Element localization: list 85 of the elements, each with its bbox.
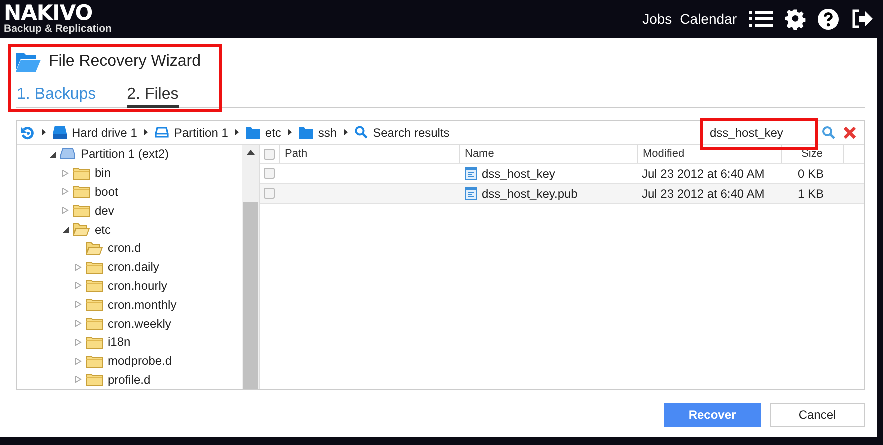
tree-item[interactable]: boot	[95, 184, 118, 199]
file-icon	[465, 187, 477, 200]
logo-text: NAKIVO	[4, 3, 93, 24]
collapsed-arrow-icon[interactable]	[62, 207, 69, 214]
list-icon[interactable]	[749, 9, 773, 29]
folder-icon	[86, 279, 103, 292]
folder-icon	[86, 336, 103, 349]
tree-item[interactable]: cron.hourly	[108, 278, 168, 293]
table-cell: 0 KB	[798, 166, 824, 180]
breadcrumb-item[interactable]: Hard drive 1	[53, 126, 138, 140]
open-folder-icon	[73, 223, 90, 236]
breadcrumb-item[interactable]: etc	[246, 126, 282, 140]
table-cell: Jul 23 2012 at 6:40 AM	[642, 186, 765, 200]
column-header[interactable]: Path	[279, 145, 459, 163]
chevron-icon	[344, 129, 348, 136]
collapsed-arrow-icon[interactable]	[75, 338, 82, 346]
wizard-title: File Recovery Wizard	[49, 53, 202, 71]
search-icon	[355, 126, 368, 139]
checkbox[interactable]	[264, 168, 275, 179]
table-cell: Jul 23 2012 at 6:40 AM	[642, 166, 765, 180]
drive-icon	[60, 148, 76, 160]
folder-icon	[73, 166, 90, 180]
checkbox[interactable]	[264, 148, 275, 160]
tree-item[interactable]: dev	[95, 204, 114, 218]
table-cell: 1 KB	[798, 186, 824, 200]
folder-icon	[73, 185, 90, 198]
folder-icon	[86, 317, 103, 330]
drive-icon	[53, 126, 67, 139]
refresh-icon[interactable]	[21, 126, 35, 140]
folder-icon	[16, 51, 41, 73]
scrollbar-thumb[interactable]	[243, 202, 258, 389]
expanded-arrow-icon[interactable]	[49, 150, 56, 158]
tree-item[interactable]: Partition 1 (ext2)	[81, 147, 170, 162]
chevron-icon	[235, 129, 240, 136]
folder-icon	[86, 354, 103, 368]
collapsed-arrow-icon[interactable]	[75, 358, 82, 365]
tree-item[interactable]: cron.daily	[108, 260, 160, 274]
folder-icon	[246, 126, 260, 138]
breadcrumb-item[interactable]: ssh	[299, 126, 338, 140]
action-button[interactable]: Cancel	[770, 403, 865, 427]
folder-icon	[86, 260, 103, 274]
folder-icon	[86, 373, 103, 386]
breadcrumb-item[interactable]: Partition 1	[155, 126, 228, 140]
collapsed-arrow-icon[interactable]	[75, 301, 82, 308]
collapsed-arrow-icon[interactable]	[75, 282, 82, 290]
column-header[interactable]: Modified	[637, 145, 781, 163]
column-header[interactable]: Name	[459, 145, 637, 163]
logout-icon[interactable]	[851, 9, 873, 29]
collapsed-arrow-icon[interactable]	[75, 376, 82, 384]
chevron-icon	[144, 129, 148, 136]
nav-link[interactable]: Calendar	[680, 11, 737, 27]
file-icon	[465, 167, 477, 180]
drive-icon	[155, 127, 170, 138]
tree-item[interactable]: cron.weekly	[108, 316, 172, 331]
tree-item[interactable]: etc	[95, 222, 112, 237]
close-icon[interactable]	[844, 126, 856, 138]
folder-icon	[86, 298, 103, 312]
scrollbar[interactable]	[242, 145, 259, 389]
checkbox[interactable]	[264, 188, 275, 199]
tree-item[interactable]: i18n	[108, 335, 131, 350]
breadcrumb-item[interactable]: Search results	[355, 126, 450, 140]
folder-icon	[299, 126, 314, 138]
collapsed-arrow-icon[interactable]	[75, 264, 82, 271]
tree-item[interactable]: profile.d	[108, 372, 151, 387]
collapsed-arrow-icon[interactable]	[62, 188, 69, 196]
table-cell: dss_host_key.pub	[482, 186, 578, 200]
help-icon[interactable]	[818, 8, 839, 30]
logo-subtitle: Backup & Replication	[4, 24, 112, 35]
chevron-icon	[288, 129, 292, 136]
step-tab[interactable]: 2. Files	[127, 86, 179, 108]
tree-item[interactable]: modprobe.d	[108, 354, 172, 368]
table-cell: dss_host_key	[482, 166, 556, 180]
folder-icon	[73, 204, 90, 218]
tree-item[interactable]: cron.monthly	[108, 298, 177, 312]
chevron-icon	[42, 129, 46, 136]
expanded-arrow-icon[interactable]	[62, 226, 69, 234]
open-folder-icon	[86, 242, 103, 255]
tree-item[interactable]: bin	[95, 166, 112, 180]
collapsed-arrow-icon[interactable]	[62, 170, 69, 177]
collapsed-arrow-icon[interactable]	[75, 320, 82, 328]
search-icon[interactable]	[822, 126, 836, 140]
settings-icon[interactable]	[785, 8, 806, 30]
tree-item[interactable]: cron.d	[108, 241, 142, 256]
scroll-up-icon[interactable]	[246, 150, 254, 155]
nav-link[interactable]: Jobs	[642, 11, 672, 27]
